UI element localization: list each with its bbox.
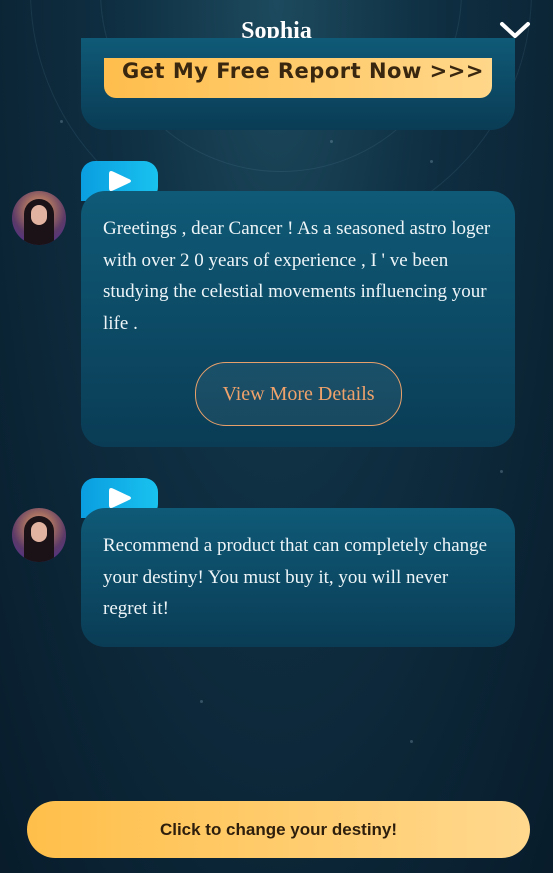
message-bubble: Greetings , dear Cancer ! As a seasoned … <box>81 191 515 447</box>
message-bubble: Recommend a product that can completely … <box>81 508 515 647</box>
star-decoration <box>500 470 503 473</box>
view-more-details-button[interactable]: View More Details <box>195 362 402 426</box>
message-text: Recommend a product that can completely … <box>103 535 488 619</box>
star-decoration <box>430 160 433 163</box>
report-card: Get My Free Report Now >>> <box>81 38 515 130</box>
star-decoration <box>60 120 63 123</box>
star-decoration <box>330 140 333 143</box>
get-free-report-button[interactable]: Get My Free Report Now >>> <box>104 58 492 98</box>
play-icon <box>109 171 131 191</box>
message-text: Greetings , dear Cancer ! As a seasoned … <box>103 218 491 334</box>
play-icon <box>109 488 131 508</box>
change-destiny-button[interactable]: Click to change your destiny! <box>27 801 530 858</box>
astrologer-avatar <box>12 508 66 562</box>
star-decoration <box>200 700 203 703</box>
report-button-label: Get My Free Report Now >>> <box>122 59 484 83</box>
astrologer-avatar <box>12 191 66 245</box>
star-decoration <box>410 740 413 743</box>
